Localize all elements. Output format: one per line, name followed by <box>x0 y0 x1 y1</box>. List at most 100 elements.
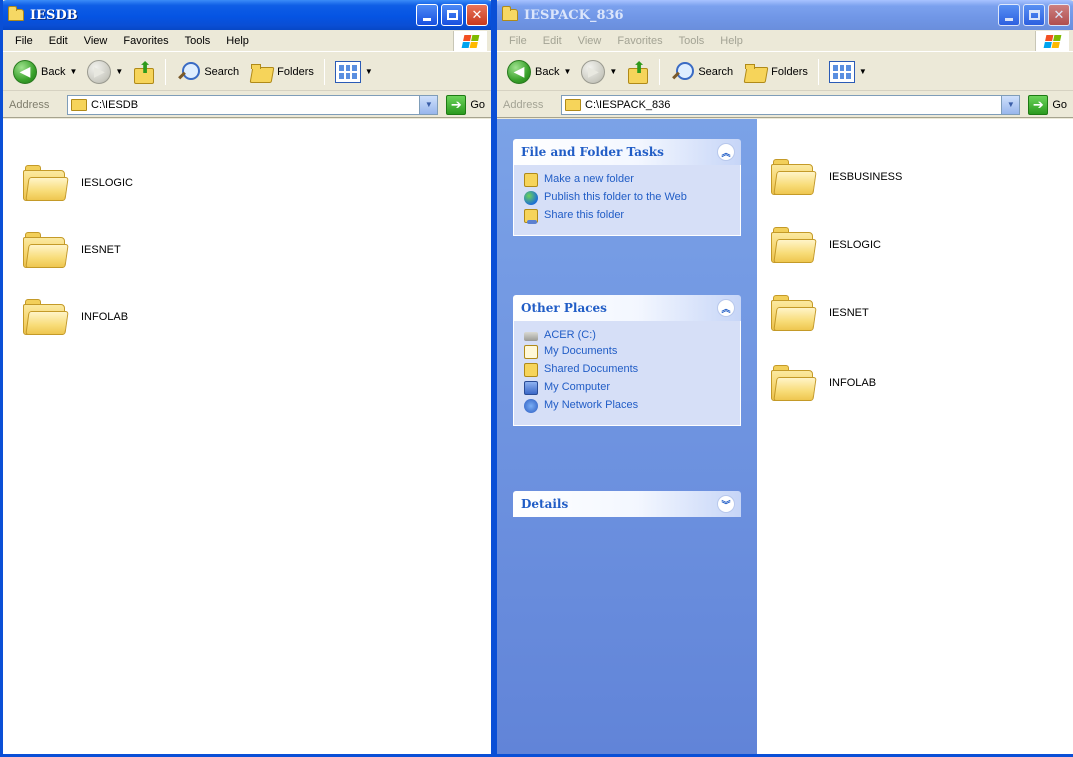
folder-icon <box>23 163 69 203</box>
address-label: Address <box>9 98 50 111</box>
folders-button[interactable]: Folders <box>245 57 318 87</box>
search-icon <box>176 60 201 84</box>
search-button[interactable]: Search <box>666 57 737 87</box>
search-icon <box>670 60 695 84</box>
forward-button[interactable]: ▶ ▼ <box>83 57 127 87</box>
address-path: C:\IESPACK_836 <box>585 98 671 111</box>
chevron-down-icon[interactable]: ▼ <box>1001 95 1020 114</box>
go-arrow-icon: ➔ <box>1028 94 1049 115</box>
collapse-icon[interactable]: ︽ <box>717 299 735 317</box>
chevron-down-icon[interactable]: ▼ <box>115 67 123 76</box>
folders-icon <box>743 61 767 83</box>
minimize-button[interactable] <box>998 4 1020 26</box>
back-arrow-icon: ◀ <box>13 59 37 84</box>
window-title: IESDB <box>30 7 78 23</box>
menu-file[interactable]: File <box>501 33 535 49</box>
folder-item[interactable]: IESBUSINESS <box>771 157 902 197</box>
maximize-button[interactable] <box>441 4 463 26</box>
expand-icon[interactable]: ︾ <box>717 495 735 513</box>
place-label: My Documents <box>544 345 618 357</box>
task-publish-folder[interactable]: Publish this folder to the Web <box>524 191 732 205</box>
toolbar-separator <box>165 58 167 85</box>
menu-favorites[interactable]: Favorites <box>609 33 670 49</box>
chevron-down-icon[interactable]: ▼ <box>609 67 617 76</box>
close-button[interactable]: ✕ <box>466 4 488 26</box>
minimize-button[interactable] <box>416 4 438 26</box>
share-folder-icon <box>524 209 538 224</box>
title-bar[interactable]: IESPACK_836 ✕ <box>497 0 1073 30</box>
panel-header[interactable]: File and Folder Tasks ︽ <box>513 139 741 165</box>
folders-button[interactable]: Folders <box>739 57 812 87</box>
menu-favorites[interactable]: Favorites <box>115 33 176 49</box>
views-button[interactable]: ▼ <box>331 57 377 87</box>
toolbar: ◀ Back ▼ ▶ ▼ Search Folders ▼ <box>497 53 1073 91</box>
panel-title: Other Places <box>521 301 607 315</box>
collapse-icon[interactable]: ︽ <box>717 143 735 161</box>
folder-item[interactable]: INFOLAB <box>771 363 876 403</box>
place-my-computer[interactable]: My Computer <box>524 381 732 395</box>
window-title: IESPACK_836 <box>524 7 624 23</box>
menu-edit[interactable]: Edit <box>535 33 570 49</box>
address-input[interactable]: C:\IESPACK_836 ▼ <box>561 94 1021 115</box>
folders-label: Folders <box>277 65 314 78</box>
menu-view[interactable]: View <box>570 33 610 49</box>
forward-button[interactable]: ▶ ▼ <box>577 57 621 87</box>
minimize-icon <box>1005 17 1013 21</box>
views-button[interactable]: ▼ <box>825 57 871 87</box>
back-button[interactable]: ◀ Back ▼ <box>9 57 81 87</box>
folder-item[interactable]: INFOLAB <box>23 297 128 337</box>
menu-tools[interactable]: Tools <box>177 33 219 49</box>
chevron-down-icon[interactable]: ▼ <box>419 95 438 114</box>
folder-item[interactable]: IESLOGIC <box>23 163 133 203</box>
chevron-down-icon[interactable]: ▼ <box>859 67 867 76</box>
maximize-icon <box>446 10 458 20</box>
close-icon: ✕ <box>471 7 483 22</box>
folder-icon <box>771 157 817 197</box>
back-button[interactable]: ◀ Back ▼ <box>503 57 575 87</box>
task-share-folder[interactable]: Share this folder <box>524 209 732 224</box>
panel-header[interactable]: Other Places ︽ <box>513 295 741 321</box>
panel-body: Make a new folder Publish this folder to… <box>513 165 741 236</box>
place-shared-documents[interactable]: Shared Documents <box>524 363 732 377</box>
shared-folder-icon <box>524 363 538 377</box>
panel-title: File and Folder Tasks <box>521 145 664 159</box>
place-my-network-places[interactable]: My Network Places <box>524 399 732 413</box>
toolbar-separator <box>659 58 661 85</box>
folder-icon <box>771 363 817 403</box>
menu-help[interactable]: Help <box>712 33 751 49</box>
go-label: Go <box>470 98 485 111</box>
up-button[interactable] <box>623 57 653 87</box>
up-button[interactable] <box>129 57 159 87</box>
folder-item[interactable]: IESNET <box>771 293 869 333</box>
go-button[interactable]: ➔ Go <box>438 94 491 115</box>
folder-item[interactable]: IESNET <box>23 230 121 270</box>
toolbar-separator <box>323 58 325 85</box>
folder-name: IESBUSINESS <box>829 171 903 183</box>
address-input[interactable]: C:\IESDB ▼ <box>67 94 439 115</box>
menu-file[interactable]: File <box>7 33 41 49</box>
task-make-new-folder[interactable]: Make a new folder <box>524 173 732 187</box>
close-button[interactable]: ✕ <box>1048 4 1070 26</box>
place-my-documents[interactable]: My Documents <box>524 345 732 359</box>
place-drive-c[interactable]: ACER (C:) <box>524 329 732 341</box>
maximize-button[interactable] <box>1023 4 1045 26</box>
panel-header[interactable]: Details ︾ <box>513 491 741 517</box>
folder-icon <box>502 6 518 21</box>
panel-body: ACER (C:) My Documents Shared Documents … <box>513 321 741 426</box>
title-bar[interactable]: IESDB ✕ <box>3 0 491 30</box>
folder-name: INFOLAB <box>829 377 877 389</box>
folder-item[interactable]: IESLOGIC <box>771 225 881 265</box>
chevron-down-icon[interactable]: ▼ <box>69 67 77 76</box>
chevron-down-icon[interactable]: ▼ <box>365 67 373 76</box>
search-button[interactable]: Search <box>172 57 243 87</box>
menu-view[interactable]: View <box>76 33 116 49</box>
chevron-down-icon[interactable]: ▼ <box>563 67 571 76</box>
views-icon <box>828 60 855 83</box>
forward-arrow-icon: ▶ <box>87 59 112 84</box>
menu-help[interactable]: Help <box>218 33 257 49</box>
menu-tools[interactable]: Tools <box>671 33 713 49</box>
folder-icon <box>771 293 817 333</box>
go-button[interactable]: ➔ Go <box>1020 94 1073 115</box>
menu-edit[interactable]: Edit <box>41 33 76 49</box>
maximize-icon <box>1028 10 1040 20</box>
